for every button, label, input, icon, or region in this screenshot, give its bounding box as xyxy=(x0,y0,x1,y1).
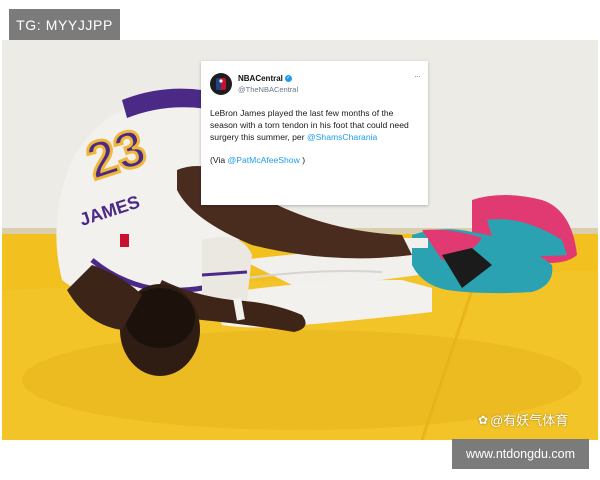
tweet-author-handle[interactable]: @TheNBACentral xyxy=(238,84,298,95)
via-prefix: (Via xyxy=(210,155,226,165)
tg-badge: TG: MYYJJPP xyxy=(9,9,120,41)
verified-icon: ✓ xyxy=(284,75,292,82)
watermark-text: @有妖气体育 xyxy=(490,413,569,428)
via-suffix: ) xyxy=(302,155,306,165)
nba-logo xyxy=(120,234,129,247)
tweet-header: NBACentral ✓ @TheNBACentral xyxy=(210,71,419,97)
watermark: ✿ @有妖气体育 xyxy=(478,410,568,429)
paw-icon: ✿ xyxy=(478,412,489,427)
url-badge-label: www.ntdongdu.com xyxy=(465,447,576,461)
avatar-logo-icon xyxy=(216,78,226,90)
tweet-author-name[interactable]: NBACentral xyxy=(238,73,283,84)
tweet-body: LeBron James played the last few months … xyxy=(210,107,419,143)
ellipsis-icon[interactable]: ··· xyxy=(414,71,421,81)
tweet-via: (Via @PatMcAfeeShow ) xyxy=(210,155,419,165)
via-handle-link[interactable]: @PatMcAfeeShow xyxy=(228,155,300,165)
tweet-mention-link[interactable]: @ShamsCharania xyxy=(307,132,377,142)
tg-badge-label: TG: MYYJJPP xyxy=(16,17,113,33)
url-badge[interactable]: www.ntdongdu.com xyxy=(452,439,589,469)
tweet-card[interactable]: NBACentral ✓ @TheNBACentral ··· LeBron J… xyxy=(201,61,428,205)
nba-logo-avatar-icon[interactable] xyxy=(210,73,232,95)
